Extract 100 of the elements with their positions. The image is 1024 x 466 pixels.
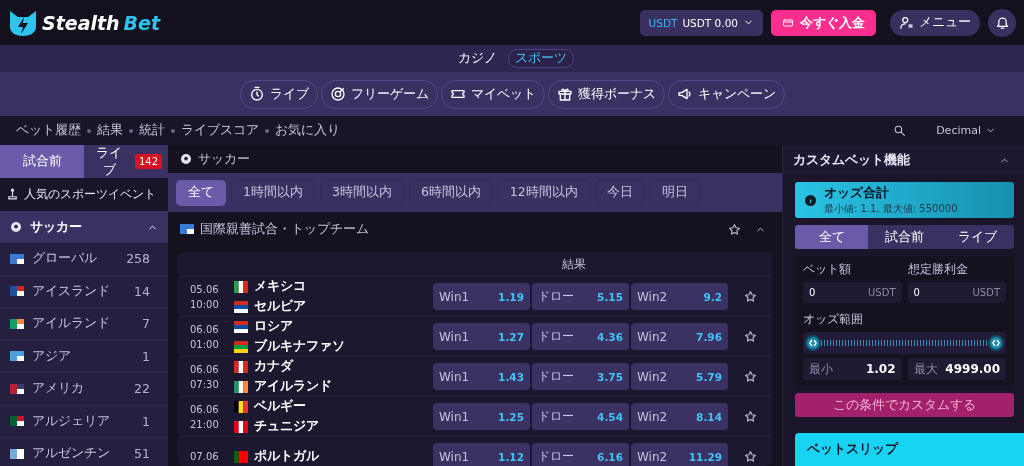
- quick-link[interactable]: ライブスコア: [181, 122, 259, 139]
- slider-thumb[interactable]: [988, 335, 1004, 351]
- logo-text: Stealth: [42, 11, 120, 34]
- region-item[interactable]: アイスランド 14: [0, 275, 168, 308]
- filter-tab[interactable]: 全て: [795, 225, 868, 249]
- time-filter-chip[interactable]: 今日: [594, 179, 645, 206]
- region-item[interactable]: アジア 1: [0, 340, 168, 373]
- team-name: セルビア: [254, 298, 306, 315]
- match-time: 07:30: [190, 378, 220, 390]
- odds-button[interactable]: Win1 1.25: [433, 403, 530, 430]
- region-item[interactable]: アイルランド 7: [0, 308, 168, 341]
- flag-icon: [234, 380, 248, 393]
- region-item[interactable]: アメリカ 22: [0, 373, 168, 406]
- league-title: 国際親善試合・トップチーム: [200, 220, 369, 238]
- flag-icon: [10, 318, 24, 329]
- stopwatch-icon: [248, 86, 265, 102]
- apply-button[interactable]: この条件でカスタムする: [795, 393, 1014, 417]
- flag-icon: [10, 286, 24, 297]
- range-value-field[interactable]: 最小 1.02: [803, 358, 902, 380]
- time-filter-chip[interactable]: 3時間以内: [319, 179, 404, 206]
- amount-field[interactable]: 0 USDT: [907, 282, 1006, 303]
- sport-header[interactable]: サッカー: [0, 211, 168, 243]
- user-icon: [899, 15, 914, 30]
- time-filter-chip[interactable]: 12時間以内: [497, 179, 590, 206]
- popular-events-item[interactable]: 人気のスポーツイベント: [0, 178, 168, 211]
- match-time: 01:00: [190, 338, 220, 350]
- joystick-icon: [6, 188, 19, 201]
- odds-button[interactable]: ドロー 6.16: [532, 443, 629, 466]
- star-icon: [743, 330, 757, 343]
- odds-button[interactable]: ドロー 3.75: [532, 363, 629, 390]
- star-icon: [743, 450, 757, 463]
- odds-format-dropdown[interactable]: Decimal: [930, 123, 1002, 138]
- match-date: 06.06: [190, 363, 220, 375]
- odds-button[interactable]: Win1 1.19: [433, 283, 530, 310]
- sidebar-tab[interactable]: ライブ 142: [84, 145, 168, 178]
- quick-link[interactable]: お気に入り: [275, 122, 340, 139]
- odds-button[interactable]: Win2 11.29: [631, 443, 728, 466]
- category-tab[interactable]: カジノ: [450, 49, 504, 68]
- odds-button[interactable]: ドロー 4.36: [532, 323, 629, 350]
- sidebar-tab[interactable]: 試合前: [0, 145, 84, 178]
- slider-thumb[interactable]: [805, 335, 821, 351]
- odds-button[interactable]: Win1 1.43: [433, 363, 530, 390]
- field-label: オッズ範囲: [803, 311, 864, 328]
- quick-link[interactable]: 結果: [97, 122, 123, 139]
- team-name: ポルトガル: [254, 448, 319, 465]
- megaphone-icon: [676, 86, 693, 102]
- odds-button[interactable]: Win2 9.2: [631, 283, 728, 310]
- odds-button[interactable]: ドロー 4.54: [532, 403, 629, 430]
- target-icon: [329, 86, 346, 102]
- quick-link[interactable]: ベット履歴: [16, 122, 81, 139]
- team-name: チュニジア: [254, 418, 319, 435]
- odds-button[interactable]: Win1 1.27: [433, 323, 530, 350]
- odds-button[interactable]: ドロー 5.15: [532, 283, 629, 310]
- team-name: ベルギー: [254, 398, 306, 415]
- flag-icon: [10, 253, 24, 264]
- filter-tab[interactable]: ライブ: [941, 225, 1014, 249]
- time-filter-chip[interactable]: 6時間以内: [408, 179, 493, 206]
- range-slider[interactable]: [803, 332, 1006, 354]
- region-item[interactable]: グローバル 258: [0, 243, 168, 276]
- odds-button[interactable]: Win2 8.14: [631, 403, 728, 430]
- logo[interactable]: Stealth Bet: [8, 8, 161, 37]
- flag-icon: [10, 416, 24, 427]
- star-icon: [743, 410, 757, 423]
- flag-icon: [234, 450, 248, 463]
- flag-icon: [234, 280, 248, 293]
- team-name: ロシア: [254, 318, 293, 335]
- notifications-button[interactable]: [988, 8, 1016, 37]
- amount-field[interactable]: 0 USDT: [803, 282, 902, 303]
- flag-icon: [234, 400, 248, 413]
- market-header: 結果: [562, 255, 586, 273]
- logo-text: Bet: [123, 11, 161, 34]
- flag-icon: [10, 351, 24, 362]
- search-icon: [893, 124, 907, 137]
- quick-link[interactable]: 統計: [139, 122, 165, 139]
- odds-button[interactable]: Win2 5.79: [631, 363, 728, 390]
- flag-icon: [10, 383, 24, 394]
- flag-icon: [234, 320, 248, 333]
- gift-icon: [556, 86, 573, 102]
- match-date: 07.06: [190, 451, 220, 462]
- wallet-dropdown[interactable]: USDT USDT 0.00: [639, 9, 763, 36]
- flag-icon: [180, 224, 194, 234]
- match-date: 06.06: [190, 403, 220, 415]
- field-label: ベット額: [803, 261, 852, 278]
- star-icon: [743, 290, 757, 303]
- flag-icon: [234, 340, 248, 353]
- cat-logo-icon: [8, 8, 38, 37]
- range-value-field[interactable]: 最大 4999.00: [907, 358, 1006, 380]
- odds-button[interactable]: Win1 1.12: [433, 443, 530, 466]
- card-icon: [782, 16, 794, 29]
- time-filter-chip[interactable]: 1時間以内: [231, 179, 315, 206]
- filter-tab[interactable]: 試合前: [868, 225, 941, 249]
- category-tab[interactable]: スポーツ: [507, 49, 574, 68]
- time-filter-chip[interactable]: 明日: [649, 179, 700, 206]
- time-filter-chip[interactable]: 全て: [176, 179, 226, 206]
- menu-button[interactable]: メニュー: [890, 9, 980, 36]
- flag-icon: [234, 360, 248, 373]
- region-item[interactable]: アルジェリア 1: [0, 405, 168, 438]
- bet-slip-bar[interactable]: ベットスリップ: [795, 433, 1024, 466]
- odds-button[interactable]: Win2 7.96: [631, 323, 728, 350]
- sport-title: サッカー: [198, 150, 250, 168]
